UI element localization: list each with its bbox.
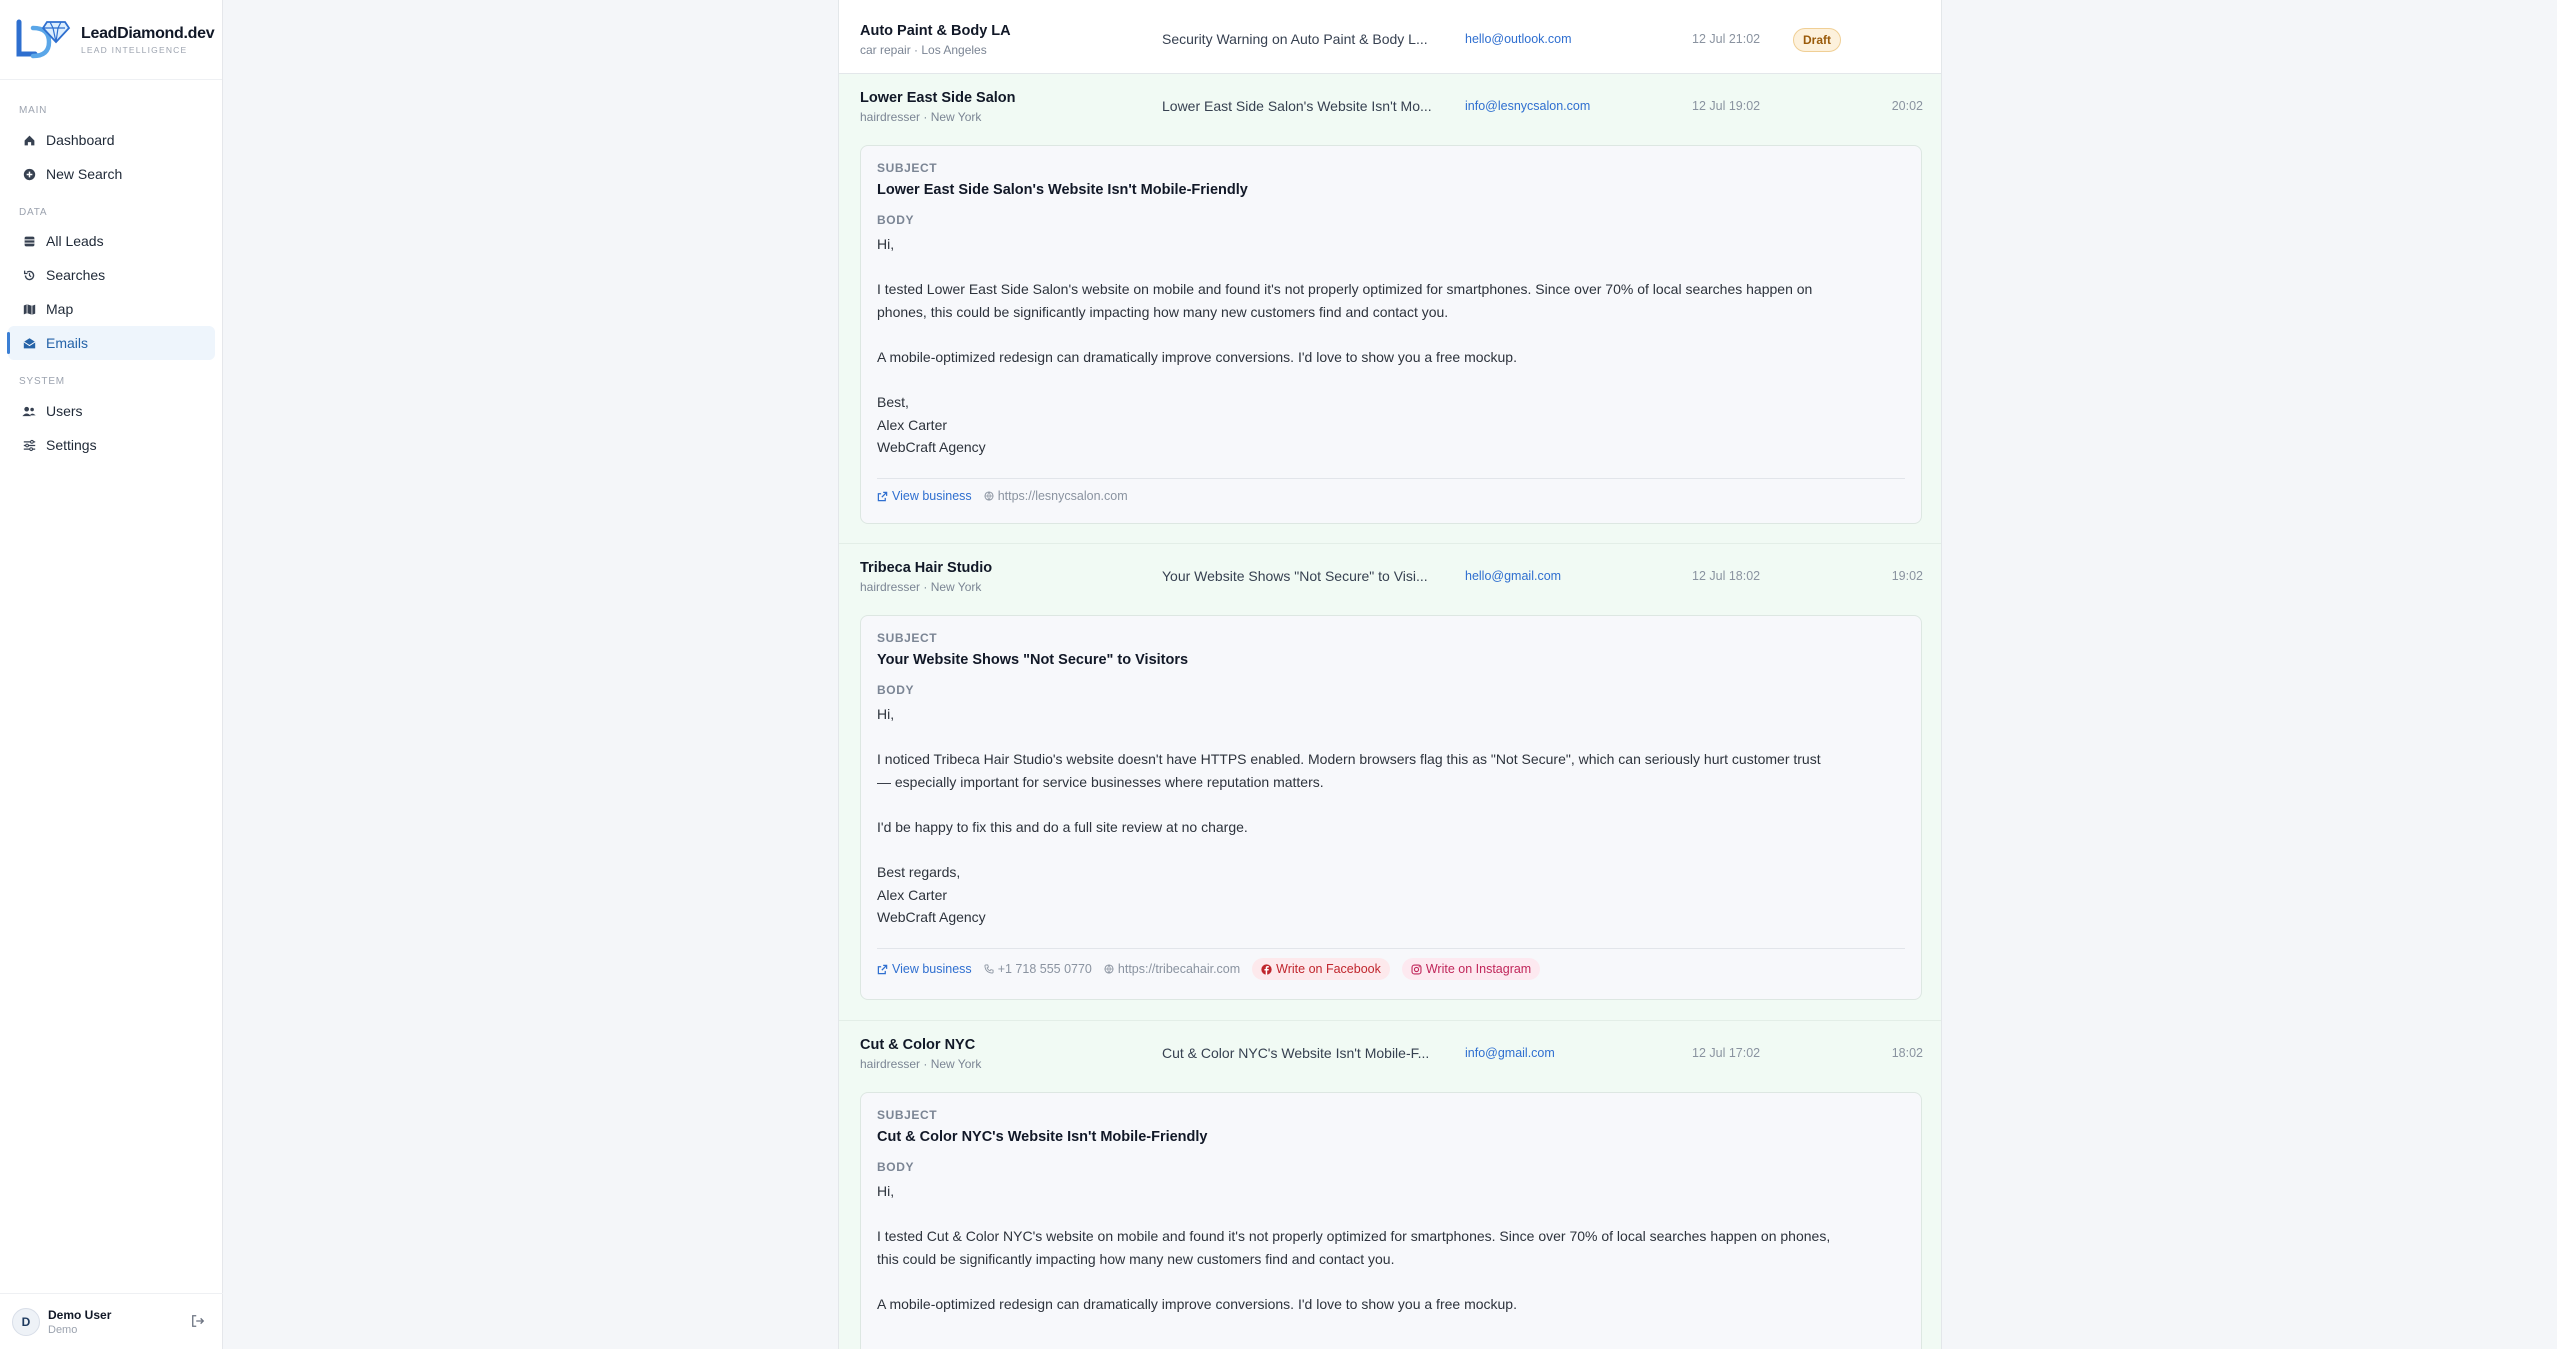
business-category: hairdresser · New York	[860, 110, 982, 124]
phone-link[interactable]: +1 718 555 0770	[984, 962, 1092, 976]
email-list: Auto Paint & Body LA car repair · Los An…	[838, 0, 1942, 1349]
business-category: car repair · Los Angeles	[860, 43, 987, 57]
subject-preview: Lower East Side Salon's Website Isn't Mo…	[1162, 98, 1432, 114]
database-icon	[21, 233, 37, 249]
recipient-email[interactable]: info@lesnycsalon.com	[1465, 99, 1590, 113]
logout-icon[interactable]	[191, 1314, 205, 1328]
brand-tagline: LEAD INTELLIGENCE	[81, 44, 188, 55]
body-label: BODY	[877, 213, 915, 227]
sidebar-item-dashboard[interactable]: Dashboard	[8, 123, 215, 157]
sidebar-item-label: New Search	[46, 166, 123, 182]
map-icon	[21, 301, 37, 317]
globe-icon	[1104, 964, 1114, 974]
view-business-link[interactable]: View business	[877, 962, 972, 976]
user-profile: D Demo User Demo	[0, 1293, 223, 1349]
email-row-tribeca-hair-studio[interactable]: Tribeca Hair Studio hairdresser · New Yo…	[839, 545, 1941, 1010]
created-date: 12 Jul 21:02	[1692, 32, 1761, 46]
website-link[interactable]: https://lesnycsalon.com	[984, 489, 1128, 503]
nav-section-system: SYSTEM	[19, 376, 65, 387]
users-icon	[21, 403, 37, 419]
sidebar-item-label: All Leads	[46, 233, 104, 249]
sidebar-item-label: Users	[46, 403, 83, 419]
sent-time: 20:02	[1891, 99, 1923, 113]
email-body: Hi, I tested Cut & Color NYC's website o…	[877, 1183, 1831, 1312]
user-role: Demo	[48, 1323, 78, 1336]
subject-label: SUBJECT	[877, 161, 938, 175]
email-subject: Your Website Shows "Not Secure" to Visit…	[877, 652, 1189, 668]
website-link[interactable]: https://tribecahair.com	[1104, 962, 1240, 976]
business-name: Auto Paint & Body LA	[860, 23, 1011, 39]
recipient-email[interactable]: hello@gmail.com	[1465, 569, 1561, 583]
email-row-lower-east-side-salon[interactable]: Lower East Side Salon hairdresser · New …	[839, 74, 1941, 538]
phone-icon	[984, 964, 994, 974]
history-icon	[21, 267, 37, 283]
nav-section-main: MAIN	[19, 105, 48, 116]
sidebar-item-users[interactable]: Users	[8, 394, 215, 428]
sent-time: 19:02	[1891, 569, 1923, 583]
sidebar-item-all-leads[interactable]: All Leads	[8, 224, 215, 258]
nav-section-data: DATA	[19, 207, 48, 218]
user-name: Demo User	[48, 1307, 112, 1322]
write-on-instagram-button[interactable]: Write on Instagram	[1401, 958, 1541, 980]
globe-icon	[984, 491, 994, 501]
envelope-open-icon	[21, 335, 37, 351]
email-row-cut-and-color-nyc[interactable]: Cut & Color NYC hairdresser · New York C…	[839, 1022, 1941, 1349]
external-link-icon	[877, 491, 888, 501]
subject-preview: Your Website Shows "Not Secure" to Visi.…	[1162, 568, 1428, 584]
diamond-logo-icon	[16, 19, 71, 58]
write-on-facebook-button[interactable]: Write on Facebook	[1252, 958, 1390, 980]
instagram-icon	[1411, 963, 1422, 975]
business-category: hairdresser · New York	[860, 580, 982, 594]
business-name: Lower East Side Salon	[860, 90, 1016, 106]
email-subject: Cut & Color NYC's Website Isn't Mobile-F…	[877, 1129, 1208, 1145]
sidebar-item-label: Emails	[46, 335, 89, 351]
sidebar-item-settings[interactable]: Settings	[8, 428, 215, 462]
view-business-link[interactable]: View business	[877, 489, 972, 503]
recipient-email[interactable]: info@gmail.com	[1465, 1046, 1555, 1060]
sidebar: LeadDiamond.dev LEAD INTELLIGENCE MAIN D…	[0, 0, 223, 1349]
brand[interactable]: LeadDiamond.dev LEAD INTELLIGENCE	[0, 0, 222, 80]
email-row-auto-paint[interactable]: Auto Paint & Body LA car repair · Los An…	[839, 0, 1941, 74]
created-date: 12 Jul 19:02	[1692, 99, 1761, 113]
sent-time: 18:02	[1891, 1046, 1923, 1060]
created-date: 12 Jul 17:02	[1692, 1046, 1761, 1060]
body-label: BODY	[877, 683, 915, 697]
email-body: Hi, I noticed Tribeca Hair Studio's webs…	[877, 706, 1821, 926]
email-body: Hi, I tested Lower East Side Salon's web…	[877, 236, 1813, 456]
subject-preview: Security Warning on Auto Paint & Body L.…	[1162, 31, 1428, 47]
sidebar-item-label: Settings	[46, 437, 97, 453]
business-name: Tribeca Hair Studio	[860, 560, 993, 576]
business-name: Cut & Color NYC	[860, 1037, 976, 1053]
sidebar-item-new-search[interactable]: New Search	[8, 157, 215, 191]
external-link-icon	[877, 964, 888, 974]
sidebar-item-label: Dashboard	[46, 132, 115, 148]
recipient-email[interactable]: hello@outlook.com	[1465, 32, 1572, 46]
sidebar-item-label: Searches	[46, 267, 106, 283]
created-date: 12 Jul 18:02	[1692, 569, 1761, 583]
avatar[interactable]: D	[12, 1307, 40, 1336]
status-badge: Draft	[1793, 28, 1842, 52]
email-preview-card: SUBJECT Lower East Side Salon's Website …	[860, 145, 1922, 524]
sidebar-item-emails[interactable]: Emails	[7, 326, 215, 360]
email-preview-card: SUBJECT Cut & Color NYC's Website Isn't …	[860, 1092, 1922, 1349]
subject-label: SUBJECT	[877, 631, 938, 645]
sidebar-item-searches[interactable]: Searches	[8, 258, 215, 292]
plus-circle-icon	[21, 166, 37, 182]
email-subject: Lower East Side Salon's Website Isn't Mo…	[877, 182, 1248, 198]
subject-preview: Cut & Color NYC's Website Isn't Mobile-F…	[1162, 1045, 1430, 1061]
sidebar-item-label: Map	[46, 301, 74, 317]
home-icon	[21, 132, 37, 148]
email-preview-card: SUBJECT Your Website Shows "Not Secure" …	[860, 615, 1922, 1000]
business-category: hairdresser · New York	[860, 1057, 982, 1071]
facebook-icon	[1261, 963, 1272, 975]
subject-label: SUBJECT	[877, 1108, 938, 1122]
brand-name: LeadDiamond.dev	[81, 24, 215, 42]
sliders-icon	[21, 437, 37, 453]
sidebar-item-map[interactable]: Map	[8, 292, 215, 326]
body-label: BODY	[877, 1160, 915, 1174]
